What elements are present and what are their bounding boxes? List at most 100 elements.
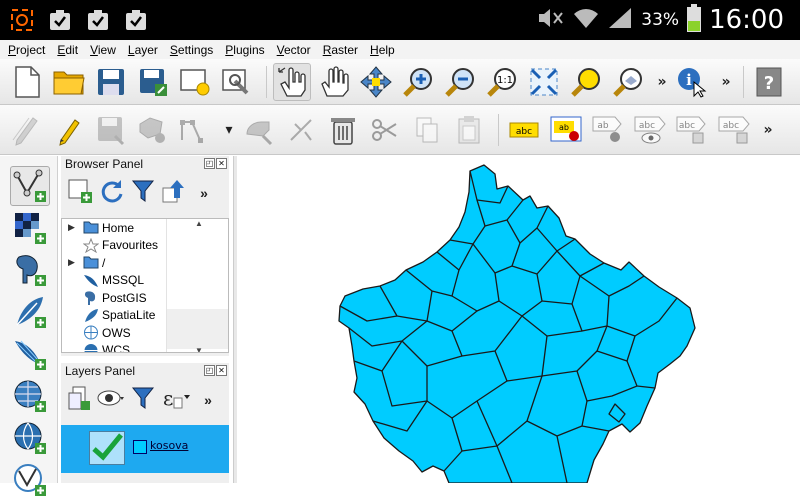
menu-plugins[interactable]: Plugins bbox=[225, 43, 264, 57]
help-icon[interactable]: ? bbox=[750, 63, 788, 101]
cut-features-icon[interactable] bbox=[366, 111, 404, 149]
clock: 16:00 bbox=[709, 5, 784, 35]
composer-manager-icon[interactable] bbox=[218, 63, 256, 101]
move-label-icon[interactable]: abc bbox=[673, 111, 711, 149]
float-panel-icon[interactable]: ◰ bbox=[204, 158, 215, 169]
zoom-in-icon[interactable] bbox=[399, 63, 437, 101]
scroll-down-icon[interactable]: ▼ bbox=[195, 346, 203, 352]
toolbar-separator bbox=[498, 113, 499, 146]
tree-item-label: SpatiaLite bbox=[102, 308, 156, 323]
save-as-icon[interactable] bbox=[134, 63, 172, 101]
more-tools-button[interactable]: » bbox=[197, 392, 219, 408]
more-tools-button[interactable]: » bbox=[193, 185, 215, 201]
refresh-icon[interactable] bbox=[99, 178, 125, 209]
layers-panel-title: Layers Panel ◰ ✕ bbox=[61, 363, 229, 380]
add-wcs-layer-icon[interactable] bbox=[10, 418, 50, 458]
tree-item-label: / bbox=[102, 255, 106, 270]
digitizing-toolbar: ▾ abc ab ab abc abc abc » bbox=[0, 105, 800, 155]
add-group-icon[interactable] bbox=[67, 385, 91, 416]
menu-view[interactable]: View bbox=[90, 43, 116, 57]
layer-row-kosova[interactable]: kosova bbox=[61, 425, 229, 473]
battery-percent: 33% bbox=[641, 10, 680, 30]
add-feature-icon[interactable] bbox=[134, 111, 172, 149]
more-tools-button[interactable]: » bbox=[651, 74, 673, 90]
menu-layer[interactable]: Layer bbox=[128, 43, 158, 57]
delete-selected-icon[interactable] bbox=[324, 111, 362, 149]
add-mssql-layer-icon[interactable] bbox=[10, 334, 50, 374]
more-tools-button[interactable]: » bbox=[757, 122, 779, 138]
node-tool-icon[interactable] bbox=[240, 111, 278, 149]
pin-labels-icon[interactable]: ab bbox=[589, 111, 627, 149]
collapse-all-icon[interactable] bbox=[161, 178, 187, 209]
menu-help[interactable]: Help bbox=[370, 43, 395, 57]
svg-text:1:1: 1:1 bbox=[497, 75, 513, 86]
scrollbar-thumb[interactable] bbox=[167, 309, 228, 349]
dropdown-arrow[interactable]: ▾ bbox=[218, 122, 240, 138]
split-features-icon[interactable] bbox=[282, 111, 320, 149]
zoom-out-icon[interactable] bbox=[441, 63, 479, 101]
layer-labeling-icon[interactable]: ab bbox=[547, 111, 585, 149]
more-tools-button[interactable]: » bbox=[715, 74, 737, 90]
filter-legend-icon[interactable] bbox=[131, 385, 155, 416]
kosova-outline bbox=[338, 164, 696, 483]
rotate-label-icon[interactable]: abc bbox=[715, 111, 753, 149]
add-selected-layer-icon[interactable] bbox=[67, 178, 93, 209]
expand-arrow-icon[interactable]: ▶ bbox=[62, 257, 82, 268]
folder-icon bbox=[82, 255, 100, 271]
battery-icon bbox=[687, 4, 702, 36]
tree-scrollbar[interactable]: ▲ ▼ bbox=[166, 219, 228, 352]
filter-icon[interactable] bbox=[131, 178, 155, 209]
main-toolbar: 1:1 » i » ? bbox=[0, 59, 800, 105]
float-panel-icon[interactable]: ◰ bbox=[204, 365, 215, 376]
gps-icon bbox=[8, 6, 36, 34]
pan-icon[interactable] bbox=[315, 63, 353, 101]
pan-to-selection-icon[interactable] bbox=[357, 63, 395, 101]
touch-zoom-icon[interactable] bbox=[273, 62, 311, 101]
zoom-to-selection-icon[interactable] bbox=[567, 63, 605, 101]
add-raster-layer-icon[interactable] bbox=[10, 208, 50, 248]
add-wfs-layer-icon[interactable] bbox=[10, 460, 50, 500]
menu-raster[interactable]: Raster bbox=[323, 43, 358, 57]
expression-filter-icon[interactable]: ε bbox=[161, 385, 191, 416]
copy-features-icon[interactable] bbox=[408, 111, 446, 149]
add-spatialite-layer-icon[interactable] bbox=[10, 292, 50, 332]
visibility-eye-icon[interactable] bbox=[97, 385, 125, 416]
add-postgis-layer-icon[interactable] bbox=[10, 250, 50, 290]
menu-project[interactable]: Project bbox=[8, 43, 45, 57]
clipboard-icon bbox=[46, 6, 74, 34]
paste-features-icon[interactable] bbox=[450, 111, 488, 149]
map-canvas[interactable] bbox=[237, 156, 800, 483]
expand-arrow-icon[interactable]: ▶ bbox=[62, 222, 82, 233]
identify-icon[interactable]: i bbox=[673, 63, 711, 101]
clipboard-icon bbox=[84, 6, 112, 34]
scroll-up-icon[interactable]: ▲ bbox=[195, 219, 203, 228]
zoom-actual-size-icon[interactable]: 1:1 bbox=[483, 63, 521, 101]
show-hide-labels-icon[interactable]: abc bbox=[631, 111, 669, 149]
menu-edit[interactable]: Edit bbox=[57, 43, 78, 57]
open-project-icon[interactable] bbox=[50, 63, 88, 101]
close-panel-icon[interactable]: ✕ bbox=[216, 158, 227, 169]
add-layer-toolbar bbox=[0, 156, 58, 496]
menu-vector[interactable]: Vector bbox=[277, 43, 311, 57]
layer-visibility-checkbox[interactable] bbox=[89, 431, 125, 465]
new-print-composer-icon[interactable] bbox=[176, 63, 214, 101]
label-icon[interactable]: abc bbox=[505, 111, 543, 149]
toggle-editing-icon[interactable] bbox=[50, 111, 88, 149]
svg-text:i: i bbox=[686, 71, 692, 89]
wcs-icon bbox=[82, 342, 100, 352]
wifi-icon bbox=[573, 6, 599, 34]
save-project-icon[interactable] bbox=[92, 63, 130, 101]
svg-text:ab: ab bbox=[597, 121, 609, 131]
zoom-full-icon[interactable] bbox=[525, 63, 563, 101]
new-project-icon[interactable] bbox=[8, 63, 46, 101]
tree-item-label: OWS bbox=[102, 325, 131, 340]
add-vector-layer-icon[interactable] bbox=[10, 166, 50, 206]
menu-settings[interactable]: Settings bbox=[170, 43, 213, 57]
ows-icon bbox=[82, 325, 100, 341]
add-wms-layer-icon[interactable] bbox=[10, 376, 50, 416]
close-panel-icon[interactable]: ✕ bbox=[216, 365, 227, 376]
move-feature-icon[interactable] bbox=[176, 111, 214, 149]
current-edits-icon[interactable] bbox=[8, 111, 46, 149]
save-edits-icon[interactable] bbox=[92, 111, 130, 149]
zoom-to-layer-icon[interactable] bbox=[609, 63, 647, 101]
